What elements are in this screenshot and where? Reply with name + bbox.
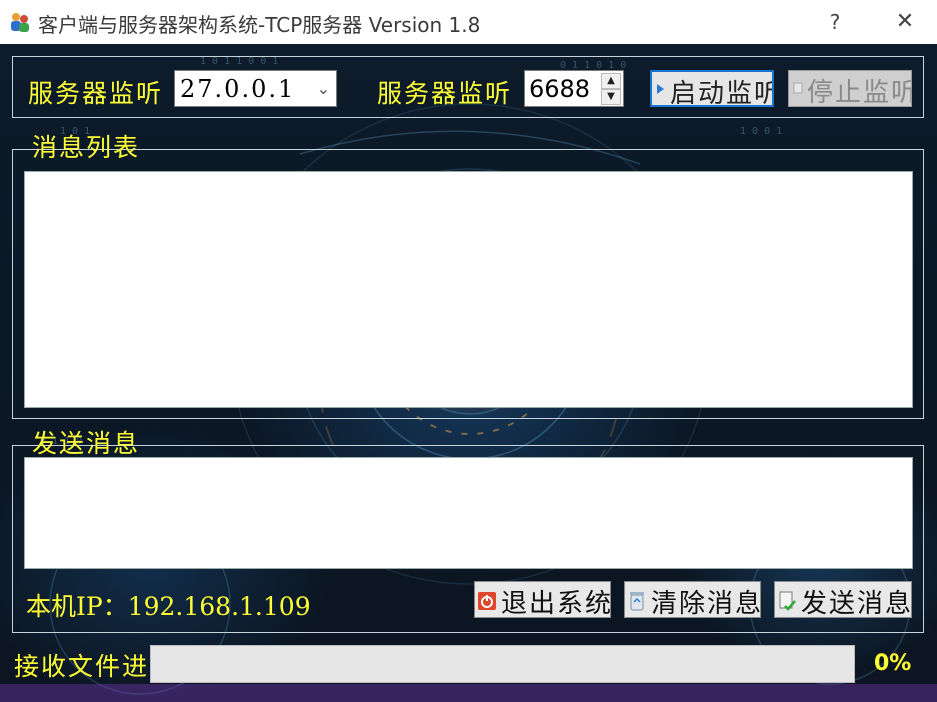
start-listen-button[interactable]: 启动监听	[650, 70, 774, 107]
clear-messages-button[interactable]: 清除消息	[624, 581, 761, 618]
recycle-bin-icon	[630, 592, 644, 611]
server-ip-label: 服务器监听	[28, 79, 164, 108]
send-message-caption: 发送消息	[32, 429, 141, 458]
exit-system-button[interactable]: 退出系统	[474, 581, 611, 618]
server-port-label: 服务器监听	[377, 79, 513, 108]
users-app-icon	[11, 13, 29, 32]
spin-up-arrow-icon[interactable]: ▲	[601, 73, 621, 89]
stop-listen-label: 停止监听	[807, 78, 912, 107]
server-ip-value: 27.0.0.1	[180, 75, 296, 103]
server-port-spinner[interactable]: 6688 ▲ ▼	[524, 70, 624, 107]
chevron-down-icon[interactable]: ⌄	[317, 79, 330, 98]
local-ip-label: 本机IP：192.168.1.109	[26, 592, 311, 621]
server-ip-combo[interactable]: 27.0.0.1 ⌄	[174, 70, 337, 107]
send-message-input[interactable]	[24, 457, 913, 569]
receive-progress-bar	[150, 645, 855, 683]
svg-text:1 0 0 1: 1 0 0 1	[740, 126, 782, 137]
window-title: 客户端与服务器架构系统-TCP服务器 Version 1.8	[38, 13, 481, 37]
document-check-icon	[779, 591, 796, 611]
close-button[interactable]: ✕	[890, 9, 920, 35]
send-message-label: 发送消息	[801, 589, 912, 618]
progress-percent-text: 0%	[874, 651, 912, 676]
main-window-client: 1 0 1 1 0 0 1 0 1 1 0 1 0 1 0 0 1 0 1 1 …	[0, 44, 937, 702]
send-message-button[interactable]: 发送消息	[774, 581, 912, 618]
spin-down-arrow-icon[interactable]: ▼	[601, 89, 621, 105]
start-listen-label: 启动监听	[670, 79, 774, 107]
stop-listen-button[interactable]: 停止监听	[788, 70, 912, 107]
server-port-value: 6688	[529, 75, 591, 103]
play-arrow-icon	[657, 84, 664, 94]
help-button[interactable]: ?	[820, 9, 850, 35]
stop-square-icon	[793, 82, 803, 94]
message-list[interactable]	[24, 171, 913, 408]
title-bar: 客户端与服务器架构系统-TCP服务器 Version 1.8 ? ✕	[0, 0, 937, 44]
power-off-icon	[478, 592, 496, 610]
exit-system-label: 退出系统	[501, 589, 611, 618]
clear-messages-label: 清除消息	[651, 589, 761, 618]
message-list-caption: 消息列表	[32, 133, 141, 162]
